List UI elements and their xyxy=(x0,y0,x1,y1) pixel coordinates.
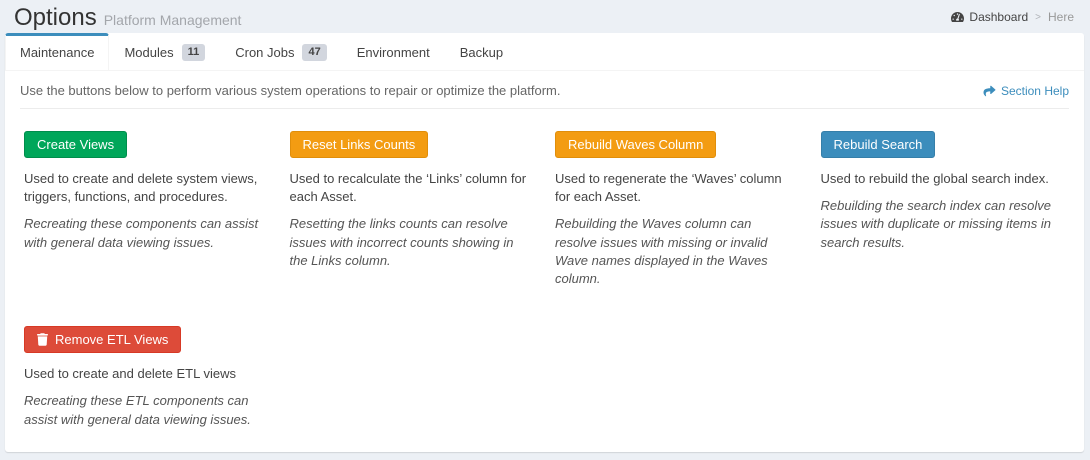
remove-etl-views-note: Recreating these ETL components can assi… xyxy=(24,393,251,427)
rebuild-waves-column-button[interactable]: Rebuild Waves Column xyxy=(555,131,717,158)
tab-backup[interactable]: Backup xyxy=(445,33,518,70)
action-remove-etl-views: Remove ETL Views Used to create and dele… xyxy=(24,326,266,439)
action-reset-links-counts: Reset Links Counts Used to recalculate t… xyxy=(289,131,532,298)
tab-backup-label: Backup xyxy=(459,45,504,60)
tab-environment[interactable]: Environment xyxy=(342,33,445,70)
modules-count-badge: 11 xyxy=(181,44,206,61)
tab-environment-label: Environment xyxy=(356,45,430,60)
cron-jobs-count-badge: 47 xyxy=(302,44,327,61)
reset-links-counts-description: Used to recalculate the ‘Links’ column f… xyxy=(289,171,527,205)
breadcrumb-dashboard-link[interactable]: Dashboard xyxy=(951,10,1028,24)
breadcrumb-separator: > xyxy=(1035,11,1041,23)
action-rebuild-waves-column: Rebuild Waves Column Used to regenerate … xyxy=(555,131,797,298)
section-intro-row: Use the buttons below to perform various… xyxy=(15,83,1074,98)
remove-etl-views-button[interactable]: Remove ETL Views xyxy=(24,326,182,354)
breadcrumb-dashboard-label: Dashboard xyxy=(969,10,1029,24)
action-create-views: Create Views Used to create and delete s… xyxy=(24,131,266,298)
section-intro-text: Use the buttons below to perform various… xyxy=(20,83,561,98)
create-views-button[interactable]: Create Views xyxy=(24,131,128,158)
rebuild-search-button[interactable]: Rebuild Search xyxy=(820,131,936,158)
breadcrumb-current: Here xyxy=(1047,10,1074,24)
rebuild-waves-column-description: Used to regenerate the ‘Waves’ column fo… xyxy=(555,171,782,205)
rebuild-waves-column-note: Rebuilding the Waves column can resolve … xyxy=(555,216,768,286)
tab-modules[interactable]: Modules 11 xyxy=(109,33,220,70)
trash-icon xyxy=(37,333,48,346)
remove-etl-views-description: Used to create and delete ETL views xyxy=(24,366,236,382)
create-views-description: Used to create and delete system views, … xyxy=(24,171,258,205)
rebuild-search-note: Rebuilding the search index can resolve … xyxy=(820,198,1052,250)
maintenance-actions-row: Create Views Used to create and delete s… xyxy=(15,131,1074,298)
tab-cron-jobs-label: Cron Jobs xyxy=(235,45,295,60)
create-views-note: Recreating these components can assist w… xyxy=(24,216,259,250)
dashboard-gauge-icon xyxy=(951,11,965,23)
reset-links-counts-note: Resetting the links counts can resolve i… xyxy=(289,216,514,268)
page-subtitle: Platform Management xyxy=(103,12,242,28)
action-rebuild-search: Rebuild Search Used to rebuild the globa… xyxy=(820,131,1063,298)
page-title-group: Options Platform Management xyxy=(14,4,241,31)
divider xyxy=(20,108,1069,109)
breadcrumb: Dashboard > Here xyxy=(951,10,1074,24)
tab-maintenance[interactable]: Maintenance xyxy=(5,33,110,70)
page-title: Options xyxy=(14,4,97,31)
tab-bar: Maintenance Modules 11 Cron Jobs 47 Envi… xyxy=(5,33,1084,71)
options-card: Maintenance Modules 11 Cron Jobs 47 Envi… xyxy=(5,33,1084,452)
etl-actions-row: Remove ETL Views Used to create and dele… xyxy=(15,326,1074,439)
rebuild-search-description: Used to rebuild the global search index. xyxy=(820,171,1049,186)
section-help-label: Section Help xyxy=(1000,84,1069,98)
content-header: Options Platform Management Dashboard > H… xyxy=(0,0,1090,33)
reset-links-counts-button[interactable]: Reset Links Counts xyxy=(289,131,429,158)
tab-cron-jobs[interactable]: Cron Jobs 47 xyxy=(220,33,342,70)
remove-etl-views-label: Remove ETL Views xyxy=(55,332,169,348)
tab-maintenance-label: Maintenance xyxy=(20,45,95,60)
maintenance-tab-content: Use the buttons below to perform various… xyxy=(5,71,1084,449)
share-arrow-icon xyxy=(983,85,996,97)
tab-modules-label: Modules xyxy=(124,45,174,60)
section-help-link[interactable]: Section Help xyxy=(983,84,1069,98)
